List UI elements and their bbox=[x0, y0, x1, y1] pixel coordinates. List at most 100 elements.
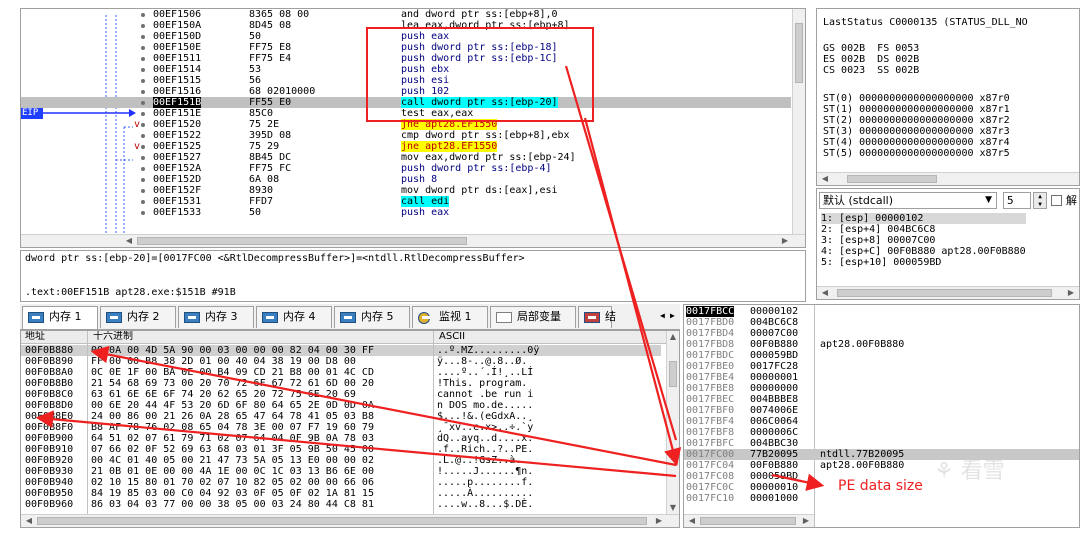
breakpoint-dot-icon[interactable] bbox=[141, 211, 145, 215]
disasm-bytes: FF75 E8 bbox=[249, 42, 292, 53]
dump-row[interactable]: 00F0B8E0 24 00 86 00 21 26 0A 28 65 47 64… bbox=[21, 411, 661, 422]
tab-scroll-left[interactable]: ◀ bbox=[660, 308, 669, 324]
disasm-row[interactable]: 00EF1531 FFD7 call edi bbox=[21, 196, 791, 207]
stack-row[interactable]: 0017FBD4 00007C00 bbox=[684, 328, 1079, 339]
callconv-select[interactable]: 默认 (stdcall) ▼ bbox=[819, 192, 997, 209]
call-arg-row[interactable]: 3: [esp+8] 00007C00 bbox=[821, 235, 1026, 246]
dump-row[interactable]: 00F0B900 64 51 02 07 61 79 71 02 07 64 04… bbox=[21, 433, 661, 444]
breakpoint-dot-icon[interactable] bbox=[141, 134, 145, 138]
dump-row[interactable]: 00F0B8B0 21 54 68 69 73 00 20 70 72 6F 67… bbox=[21, 378, 661, 389]
breakpoint-dot-icon[interactable] bbox=[141, 57, 145, 61]
tab-8[interactable]: 结 bbox=[578, 306, 616, 328]
breakpoint-dot-icon[interactable] bbox=[141, 13, 145, 17]
stack-row[interactable]: 0017FBDC 000059BD bbox=[684, 350, 1079, 361]
dump-row[interactable]: 00F0B8A0 0C 0E 1F 00 BA 0E 00 B4 09 CD 21… bbox=[21, 367, 661, 378]
stack-hscroll[interactable]: ◀ ▶ bbox=[684, 514, 814, 527]
tab-2[interactable]: 内存 2 bbox=[100, 306, 176, 328]
breakpoint-dot-icon[interactable] bbox=[141, 101, 145, 105]
disasm-row[interactable]: v 00EF1525 75 29 jne apt28.EF1550 bbox=[21, 141, 791, 152]
call-arg-row[interactable]: 1: [esp] 00000102 bbox=[821, 213, 1026, 224]
fpu-register-row[interactable]: ST(2) 0000000000000000000 x87r2 bbox=[823, 115, 1010, 126]
disassembly-hscroll[interactable]: ◀ ▶ bbox=[21, 234, 805, 247]
unlock-checkbox[interactable] bbox=[1051, 195, 1062, 206]
disassembly-vscroll[interactable] bbox=[792, 9, 805, 234]
fpu-register-row[interactable]: ST(5) 0000000000000000000 x87r5 bbox=[823, 148, 1010, 159]
dump-vscroll[interactable]: ▲ ▼ bbox=[666, 331, 679, 514]
stack-row[interactable]: 0017FBE0 0017FC28 bbox=[684, 361, 1079, 372]
dump-col-hex[interactable]: 十六进制 bbox=[93, 331, 133, 343]
dump-hscroll[interactable]: ◀ ▶ bbox=[21, 514, 679, 527]
dump-row[interactable]: 00F0B8C0 63 61 6E 6E 6F 74 20 62 65 20 72… bbox=[21, 389, 661, 400]
call-arg-row[interactable]: 4: [esp+C] 00F0B880 apt28.00F0B880 bbox=[821, 246, 1026, 257]
dump-row[interactable]: 00F0B8D0 00 6E 20 44 4F 53 20 6D 6F 80 64… bbox=[21, 400, 661, 411]
arg-count-field[interactable]: 5 bbox=[1003, 192, 1031, 209]
breakpoint-dot-icon[interactable] bbox=[141, 156, 145, 160]
dump-row[interactable]: 00F0B880 00 0A 00 4D 5A 90 00 03 00 00 00… bbox=[21, 345, 661, 356]
breakpoint-dot-icon[interactable] bbox=[141, 167, 145, 171]
tab-3[interactable]: 内存 3 bbox=[178, 306, 254, 328]
stack-row[interactable]: 0017FBF8 0000006C bbox=[684, 427, 1079, 438]
dump-row[interactable]: 00F0B940 02 10 15 80 01 70 02 07 10 82 05… bbox=[21, 477, 661, 488]
callconv-hscroll[interactable]: ◀ ▶ bbox=[817, 286, 1079, 299]
disasm-row[interactable]: 00EF1522 395D 08 cmp dword ptr ss:[ebp+8],… bbox=[21, 130, 791, 141]
breakpoint-dot-icon[interactable] bbox=[141, 112, 145, 116]
segment-register-row[interactable]: GS 002B FS 0053 bbox=[823, 43, 919, 54]
breakpoint-dot-icon[interactable] bbox=[141, 79, 145, 83]
disasm-row[interactable]: 00EF1506 8365 08 00 and dword ptr ss:[ebp+… bbox=[21, 9, 791, 20]
disasm-row[interactable]: 00EF152D 6A 08 push 8 bbox=[21, 174, 791, 185]
stack-row[interactable]: 0017FBFC 004BBC30 bbox=[684, 438, 1079, 449]
stack-row[interactable]: 0017FBF4 006C0064 bbox=[684, 416, 1079, 427]
stack-row[interactable]: 0017FBE4 00000001 bbox=[684, 372, 1079, 383]
arg-count-stepper[interactable]: ▲ ▼ bbox=[1033, 192, 1047, 209]
disasm-row[interactable]: 00EF152A FF75 FC push dword ptr ss:[ebp-4] bbox=[21, 163, 791, 174]
dump-row[interactable]: 00F0B960 86 03 04 03 77 00 00 38 05 00 03… bbox=[21, 499, 661, 510]
registers-pane[interactable]: LastStatus C0000135 (STATUS_DLL_NO GS 00… bbox=[816, 8, 1080, 186]
dump-row[interactable]: 00F0B890 FF 00 00 B8 38 2D 01 00 40 04 38… bbox=[21, 356, 661, 367]
call-arg-row[interactable]: 5: [esp+10] 000059BD bbox=[821, 257, 1026, 268]
dump-col-ascii[interactable]: ASCII bbox=[439, 331, 465, 343]
disasm-row[interactable]: 00EF1527 8B45 DC mov eax,dword ptr ss:[ebp… bbox=[21, 152, 791, 163]
stack-address: 0017FBE0 bbox=[686, 361, 735, 372]
tab-7[interactable]: 局部变量 bbox=[490, 306, 576, 328]
breakpoint-dot-icon[interactable] bbox=[141, 68, 145, 72]
disasm-row[interactable]: 00EF1533 50 push eax bbox=[21, 207, 791, 218]
stack-row[interactable]: 0017FBEC 004BBBE8 bbox=[684, 394, 1079, 405]
stack-pane[interactable]: 0017FBCC 00000102 0017FBD0 004BC6C8 0017FBD4… bbox=[683, 304, 1080, 528]
registers-hscroll[interactable]: ◀ bbox=[817, 172, 1079, 185]
stack-row[interactable]: 0017FBF0 0074006E bbox=[684, 405, 1079, 416]
breakpoint-dot-icon[interactable] bbox=[141, 189, 145, 193]
breakpoint-dot-icon[interactable] bbox=[141, 46, 145, 50]
dump-row[interactable]: 00F0B8F0 B8 AF 78 76 02 08 65 04 78 3E 00… bbox=[21, 422, 661, 433]
dump-col-address[interactable]: 地址 bbox=[25, 331, 45, 343]
dump-row[interactable]: 00F0B950 84 19 85 03 00 C0 04 92 03 0F 05… bbox=[21, 488, 661, 499]
call-arg-row[interactable]: 2: [esp+4] 004BC6C8 bbox=[821, 224, 1026, 235]
segment-register-row[interactable]: ES 002B DS 002B bbox=[823, 54, 919, 65]
breakpoint-dot-icon[interactable] bbox=[141, 200, 145, 204]
stack-row[interactable]: 0017FBD8 00F0B880 apt28.00F0B880 bbox=[684, 339, 1079, 350]
dump-row[interactable]: 00F0B910 07 66 02 0F 52 69 63 68 03 01 3F… bbox=[21, 444, 661, 455]
tab-scroll-right[interactable]: ▶ bbox=[670, 308, 679, 324]
dump-row[interactable]: 00F0B920 00 4C 01 40 05 00 21 47 73 5A 05… bbox=[21, 455, 661, 466]
memory-dump-pane[interactable]: 地址 十六进制 ASCII 00F0B880 00 0A 00 4D 5A 90 … bbox=[20, 330, 680, 528]
dump-hex: 00 0A 00 4D 5A 90 00 03 00 00 00 82 04 0… bbox=[91, 345, 374, 356]
tab-5[interactable]: 内存 5 bbox=[334, 306, 410, 328]
breakpoint-dot-icon[interactable] bbox=[141, 35, 145, 39]
disasm-row[interactable]: 00EF152F 8930 mov dword ptr ds:[eax],esi bbox=[21, 185, 791, 196]
call-args-pane[interactable]: 默认 (stdcall) ▼ 5 ▲ ▼ 解 1: [esp] 00000102 2… bbox=[816, 188, 1080, 300]
fpu-register-row[interactable]: ST(0) 0000000000000000000 x87r0 bbox=[823, 93, 1010, 104]
stack-row[interactable]: 0017FC10 00001000 bbox=[684, 493, 1079, 504]
fpu-register-row[interactable]: ST(1) 0000000000000000000 x87r1 bbox=[823, 104, 1010, 115]
segment-register-row[interactable]: CS 0023 SS 002B bbox=[823, 65, 919, 76]
tab-6[interactable]: 监视 1 bbox=[412, 306, 488, 328]
tab-1[interactable]: 内存 1 bbox=[22, 306, 98, 329]
stack-row[interactable]: 0017FBE8 00000000 bbox=[684, 383, 1079, 394]
breakpoint-dot-icon[interactable] bbox=[141, 24, 145, 28]
breakpoint-dot-icon[interactable] bbox=[141, 178, 145, 182]
dump-row[interactable]: 00F0B930 21 0B 01 0E 00 00 4A 1E 00 0C 1C… bbox=[21, 466, 661, 477]
fpu-register-row[interactable]: ST(3) 0000000000000000000 x87r3 bbox=[823, 126, 1010, 137]
tab-4[interactable]: 内存 4 bbox=[256, 306, 332, 328]
breakpoint-dot-icon[interactable] bbox=[141, 90, 145, 94]
stack-row[interactable]: 0017FBCC 00000102 bbox=[684, 306, 1079, 317]
stack-row[interactable]: 0017FBD0 004BC6C8 bbox=[684, 317, 1079, 328]
fpu-register-row[interactable]: ST(4) 0000000000000000000 x87r4 bbox=[823, 137, 1010, 148]
